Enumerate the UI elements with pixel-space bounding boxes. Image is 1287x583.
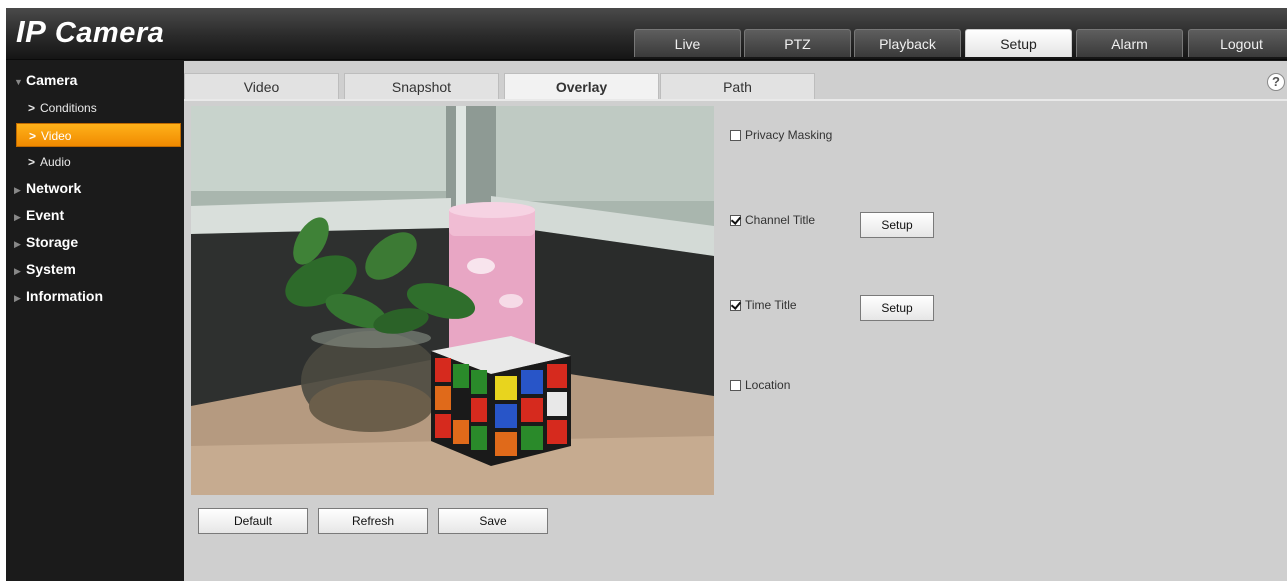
triangle-right-icon: ▶: [14, 212, 21, 222]
sidebar-group-label: Event: [26, 207, 65, 223]
refresh-button[interactable]: Refresh: [318, 508, 428, 534]
sidebar: ▼ Camera > Conditions > Video > Audio ▶ Netwo…: [6, 61, 184, 581]
nav-logout[interactable]: Logout: [1188, 29, 1287, 57]
sidebar-group-label: Camera: [26, 72, 78, 88]
channel-title-label: Channel Title: [745, 213, 816, 227]
nav-setup[interactable]: Setup: [965, 29, 1072, 57]
sidebar-group-label: System: [26, 261, 76, 277]
nav-playback[interactable]: Playback: [854, 29, 961, 57]
chevron-right-icon: >: [28, 155, 36, 169]
sidebar-group-system[interactable]: ▶ System: [6, 257, 184, 281]
location-row: Location: [730, 376, 790, 394]
tab-video[interactable]: Video: [184, 73, 339, 99]
save-button[interactable]: Save: [438, 508, 548, 534]
nav-live[interactable]: Live: [634, 29, 741, 57]
default-button[interactable]: Default: [198, 508, 308, 534]
help-icon[interactable]: ?: [1267, 73, 1285, 91]
nav-ptz[interactable]: PTZ: [744, 29, 851, 57]
logo-ip: IP: [16, 14, 47, 49]
video-preview[interactable]: [191, 106, 714, 495]
privacy-masking-row: Privacy Masking: [730, 126, 832, 144]
time-title-row: Time Title: [730, 296, 797, 314]
sidebar-item-label: Video: [41, 129, 72, 143]
sidebar-item-video[interactable]: > Video: [16, 123, 181, 147]
chevron-right-icon: >: [28, 101, 36, 115]
sidebar-group-label: Information: [26, 288, 103, 304]
triangle-right-icon: ▶: [14, 266, 21, 276]
sidebar-group-label: Network: [26, 180, 82, 196]
overlay-panel: Privacy Masking Channel Title Setup Time…: [184, 101, 1287, 581]
tab-path[interactable]: Path: [660, 73, 815, 99]
triangle-right-icon: ▶: [14, 185, 21, 195]
triangle-right-icon: ▶: [14, 239, 21, 249]
privacy-masking-label: Privacy Masking: [745, 128, 833, 142]
privacy-masking-checkbox[interactable]: [730, 129, 741, 141]
sidebar-group-network[interactable]: ▶ Network: [6, 176, 184, 200]
sidebar-group-storage[interactable]: ▶ Storage: [6, 230, 184, 254]
channel-title-setup-button[interactable]: Setup: [860, 212, 934, 238]
sidebar-group-event[interactable]: ▶ Event: [6, 203, 184, 227]
location-checkbox[interactable]: [730, 379, 741, 391]
app-logo: IP Camera: [16, 14, 164, 50]
triangle-right-icon: ▶: [14, 293, 21, 303]
logo-camera: Camera: [54, 17, 165, 49]
sidebar-item-conditions[interactable]: > Conditions: [16, 96, 181, 120]
nav-alarm[interactable]: Alarm: [1076, 29, 1183, 57]
location-label: Location: [745, 378, 791, 392]
channel-title-checkbox[interactable]: [730, 214, 741, 226]
tab-snapshot[interactable]: Snapshot: [344, 73, 499, 99]
triangle-down-icon: ▼: [14, 77, 23, 87]
time-title-setup-button[interactable]: Setup: [860, 295, 934, 321]
time-title-label: Time Title: [745, 298, 797, 312]
app-window: IP Camera Live PTZ Playback Setup Alarm …: [6, 8, 1287, 581]
sidebar-item-label: Audio: [40, 155, 71, 169]
tab-overlay[interactable]: Overlay: [504, 73, 659, 99]
camera-snapshot-image: [191, 106, 714, 495]
header-bar: IP Camera Live PTZ Playback Setup Alarm …: [6, 8, 1287, 60]
chevron-right-icon: >: [29, 129, 37, 143]
sidebar-group-information[interactable]: ▶ Information: [6, 284, 184, 308]
sidebar-item-label: Conditions: [40, 101, 97, 115]
sidebar-group-label: Storage: [26, 234, 79, 250]
channel-title-row: Channel Title: [730, 211, 815, 229]
content-area: Video Snapshot Overlay Path ? Privacy Ma…: [184, 61, 1287, 581]
sidebar-group-camera[interactable]: ▼ Camera: [6, 68, 184, 92]
time-title-checkbox[interactable]: [730, 299, 741, 311]
sidebar-item-audio[interactable]: > Audio: [16, 150, 181, 174]
